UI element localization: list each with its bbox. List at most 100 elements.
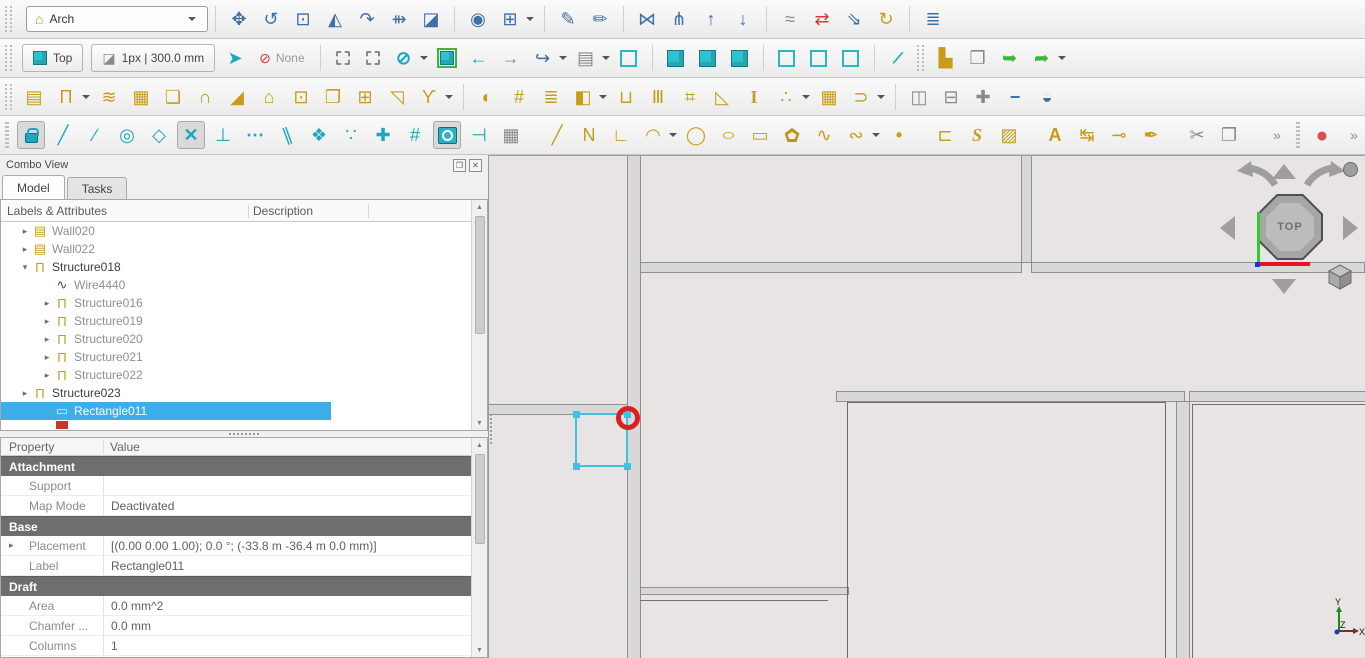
snap-lock-icon[interactable]: [17, 121, 45, 149]
scroll-down-icon[interactable]: ▼: [476, 643, 483, 657]
draw-style-icon[interactable]: ▤: [572, 44, 600, 72]
new-document-icon[interactable]: ❒: [964, 44, 992, 72]
site-icon[interactable]: ◢: [223, 83, 251, 111]
stairs-icon[interactable]: ≣: [537, 83, 565, 111]
nav-forward-icon[interactable]: →: [497, 44, 525, 72]
axis-dropdown-icon[interactable]: [445, 95, 453, 99]
clone-icon[interactable]: ◉: [464, 5, 492, 33]
construction-mode-icon[interactable]: ➤: [221, 44, 249, 72]
flip-icon[interactable]: ↻: [872, 5, 900, 33]
nav-sphere-icon[interactable]: [1343, 162, 1358, 177]
expander-icon[interactable]: ▸: [41, 298, 53, 309]
grid-toggle-icon[interactable]: ▦: [497, 121, 525, 149]
draft-rectangle-icon[interactable]: ▭: [746, 121, 774, 149]
expander-icon[interactable]: ▸: [41, 316, 53, 327]
shapestring-icon[interactable]: S: [963, 121, 991, 149]
schedule-icon[interactable]: ▦: [815, 83, 843, 111]
workbench-selector[interactable]: ⌂ Arch: [26, 6, 208, 32]
toolbar-overflow-icon[interactable]: »: [1263, 121, 1291, 149]
snap-center-icon[interactable]: ◎: [113, 121, 141, 149]
toolbar-drag-handle[interactable]: [5, 84, 12, 110]
move-icon[interactable]: ✥: [225, 5, 253, 33]
scroll-down-icon[interactable]: ▼: [476, 416, 483, 430]
link-nav-dropdown-icon[interactable]: [559, 56, 567, 60]
value-column-header[interactable]: Value: [104, 440, 140, 454]
scale-icon[interactable]: ⊡: [289, 5, 317, 33]
box-select-icon[interactable]: [336, 51, 350, 65]
slope-icon[interactable]: ⇘: [840, 5, 868, 33]
room-edge-line[interactable]: [1192, 404, 1365, 405]
macro-record-icon[interactable]: ●: [1308, 121, 1336, 149]
working-plane-button[interactable]: Top: [22, 44, 83, 72]
draft-ellipse-icon[interactable]: ○: [714, 121, 742, 149]
view-left-icon[interactable]: [837, 44, 865, 72]
group-attachment[interactable]: Attachment: [1, 456, 487, 476]
arc-dropdown-icon[interactable]: [669, 133, 677, 137]
scrollbar-thumb[interactable]: [475, 216, 485, 334]
part-icon[interactable]: ▙: [932, 44, 960, 72]
view-right-icon[interactable]: [726, 44, 754, 72]
export-dropdown-icon[interactable]: [1058, 56, 1066, 60]
expander-icon[interactable]: ▸: [41, 370, 53, 381]
subelement-highlight-icon[interactable]: ✏: [586, 5, 614, 33]
snap-dimensions-icon[interactable]: ⊣: [465, 121, 493, 149]
wall-segment-mid-far-right[interactable]: [1189, 391, 1365, 402]
copy-icon[interactable]: ❐: [1215, 121, 1243, 149]
window-tool-icon[interactable]: ⊞: [351, 83, 379, 111]
profile-icon[interactable]: I: [740, 83, 768, 111]
view-front-icon[interactable]: [662, 44, 690, 72]
toolbar-overflow-icon[interactable]: »: [1340, 121, 1365, 149]
cut-plane-icon[interactable]: ◫: [905, 83, 933, 111]
remove-component-icon[interactable]: −: [1001, 83, 1029, 111]
bezier-dropdown-icon[interactable]: [872, 133, 880, 137]
snap-parallel-icon[interactable]: ∥: [269, 117, 305, 153]
toolbar-drag-handle[interactable]: [5, 122, 9, 148]
split-icon[interactable]: ⋔: [665, 5, 693, 33]
pipe-dropdown-icon[interactable]: [877, 95, 885, 99]
toolbar-drag-handle[interactable]: [917, 45, 924, 71]
vertex-handle[interactable]: [573, 411, 580, 418]
cut-line-icon[interactable]: ⊟: [937, 83, 965, 111]
snap-special-icon[interactable]: ❖: [305, 121, 333, 149]
draw-style-dropdown-icon[interactable]: [602, 56, 610, 60]
hatch-icon[interactable]: ▨: [995, 121, 1023, 149]
autogroup-button[interactable]: ⊘ None: [253, 44, 310, 72]
structure-tool-icon[interactable]: Π: [52, 83, 80, 111]
scroll-up-icon[interactable]: ▲: [476, 438, 483, 452]
slice-icon[interactable]: ◪: [417, 5, 445, 33]
tree-item-structure016[interactable]: ▸ Π Structure016: [1, 294, 487, 312]
property-scrollbar[interactable]: ▲ ▼: [471, 438, 487, 657]
close-panel-button[interactable]: ✕: [469, 159, 482, 172]
label-tool-icon[interactable]: ⊸: [1105, 121, 1133, 149]
expander-icon[interactable]: ▸: [41, 352, 53, 363]
axes-system-icon[interactable]: ◐: [473, 83, 501, 111]
selectable-icon[interactable]: [433, 44, 461, 72]
expander-icon[interactable]: ▸: [19, 226, 31, 237]
tree-item-structure018[interactable]: ▾ Π Structure018: [1, 258, 487, 276]
axis-icon[interactable]: ϒ: [415, 83, 443, 111]
snap-perpendicular-icon[interactable]: ⊥: [209, 121, 237, 149]
toolbar-drag-handle[interactable]: [5, 6, 12, 32]
vertex-handle[interactable]: [573, 463, 580, 470]
selection-dropdown-icon[interactable]: [420, 56, 428, 60]
property-value[interactable]: Deactivated: [104, 499, 174, 513]
layer-icon[interactable]: ≣: [919, 5, 947, 33]
view-top-icon[interactable]: [694, 44, 722, 72]
nav-arrow-down-icon[interactable]: [1272, 279, 1296, 294]
curtain-wall-icon[interactable]: ▦: [127, 83, 155, 111]
expander-icon[interactable]: ▸: [19, 388, 31, 399]
tree-scrollbar[interactable]: ▲ ▼: [471, 200, 487, 430]
group-base[interactable]: Base: [1, 516, 487, 536]
property-value[interactable]: [(0.00 0.00 1.00); 0.0 °; (-33.8 m -36.4…: [104, 539, 377, 553]
offset-icon[interactable]: ↷: [353, 5, 381, 33]
array-icon[interactable]: ⊞: [496, 5, 524, 33]
draft-line-icon[interactable]: ╱: [543, 121, 571, 149]
snap-intersection-icon[interactable]: ✕: [177, 121, 205, 149]
dimension-tool-icon[interactable]: ↹: [1073, 121, 1101, 149]
mini-cube-icon[interactable]: [1327, 264, 1353, 290]
draft-point-icon[interactable]: •: [885, 121, 913, 149]
box-element-select-icon[interactable]: [366, 51, 380, 65]
array-dropdown-icon[interactable]: [526, 17, 534, 21]
tree-item-partial[interactable]: [1, 420, 487, 430]
rotate-icon[interactable]: ↺: [257, 5, 285, 33]
